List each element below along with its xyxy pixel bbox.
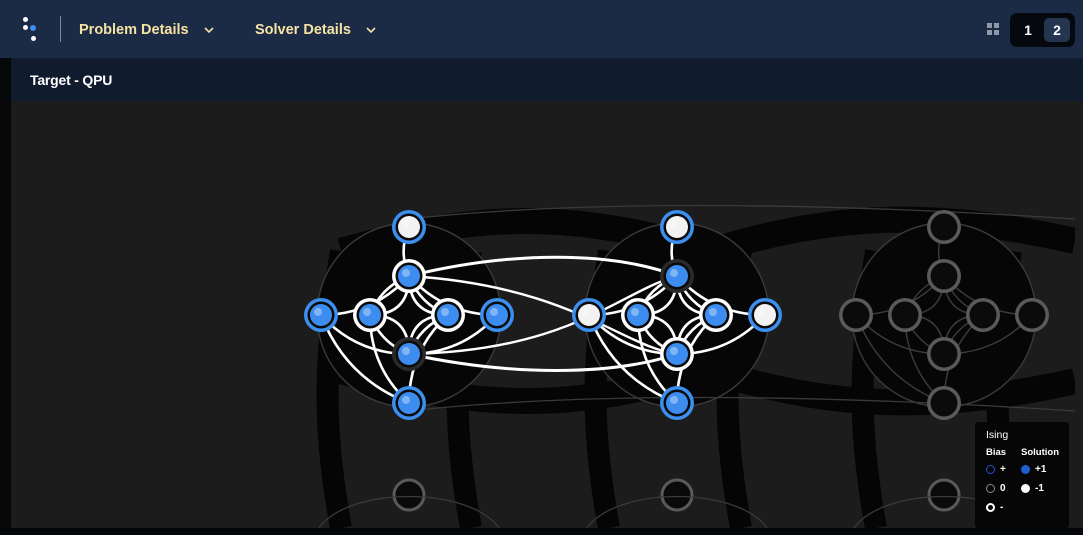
- qpu-graph[interactable]: [11, 101, 1075, 528]
- solution-minus-icon: [1021, 484, 1030, 493]
- bias-negative-icon: [986, 503, 995, 512]
- left-resize-handle[interactable]: [0, 58, 11, 535]
- top-bar: Problem Details Solver Details 1 2: [0, 0, 1083, 58]
- chevron-down-icon: [204, 27, 214, 34]
- qubit-2-1: [933, 265, 955, 287]
- qubit-1-5: [754, 304, 776, 326]
- legend-solution-header: Solution: [1021, 447, 1059, 458]
- solver-details-label: Solver Details: [255, 22, 351, 38]
- cell-disc-0: [316, 222, 502, 408]
- qpu-graph-canvas[interactable]: [11, 101, 1075, 528]
- qubit-shine-0-1: [402, 269, 410, 277]
- cell-disc-2: [851, 222, 1037, 408]
- cell-disc-1: [584, 222, 770, 408]
- app-logo-icon[interactable]: [22, 16, 42, 44]
- bias-positive-icon: [986, 465, 995, 474]
- qubit-0-7: [398, 392, 420, 414]
- lower-qubit-0: [392, 478, 426, 512]
- qubit-shine-1-6: [670, 347, 678, 355]
- lower-qubit-2: [927, 478, 961, 512]
- legend-solution-plus: +1: [1021, 464, 1046, 475]
- qubit-2-3: [894, 304, 916, 326]
- qubit-2-2: [845, 304, 867, 326]
- qubit-0-5: [486, 304, 508, 326]
- qubit-0-4: [437, 304, 459, 326]
- qubit-1-6: [666, 343, 688, 365]
- qubit-shine-1-1: [670, 269, 678, 277]
- grid-layout-icon[interactable]: [987, 23, 1000, 36]
- qubit-shine-1-0: [670, 220, 678, 228]
- qubit-0-0: [398, 216, 420, 238]
- bias-zero-icon: [986, 484, 995, 493]
- qubit-shine-1-4: [709, 308, 717, 316]
- page-button-2[interactable]: 2: [1044, 18, 1070, 42]
- qubit-shine-0-0: [402, 220, 410, 228]
- page-button-1[interactable]: 1: [1015, 18, 1041, 42]
- header-divider: [60, 16, 61, 42]
- chevron-down-icon: [366, 27, 376, 34]
- qubit-2-5: [1021, 304, 1043, 326]
- problem-details-label: Problem Details: [79, 22, 189, 38]
- problem-details-menu[interactable]: Problem Details: [79, 20, 215, 40]
- qubit-shine-0-2: [314, 308, 322, 316]
- right-edge: [1075, 101, 1083, 535]
- legend-bias-positive: +: [986, 464, 1006, 475]
- qubit-1-7: [666, 392, 688, 414]
- qubit-shine-0-5: [490, 308, 498, 316]
- qubit-shine-0-7: [402, 396, 410, 404]
- page-switcher: 1 2: [1010, 13, 1075, 47]
- lower-qubit-1: [660, 478, 694, 512]
- qubit-1-4: [705, 304, 727, 326]
- qubit-0-2: [310, 304, 332, 326]
- qubit-shine-1-5: [758, 308, 766, 316]
- qubit-1-2: [578, 304, 600, 326]
- qubit-1-1: [666, 265, 688, 287]
- qubit-shine-0-6: [402, 347, 410, 355]
- qubit-1-3: [627, 304, 649, 326]
- panel-title: Target - QPU: [30, 72, 113, 88]
- qubit-shine-1-3: [631, 308, 639, 316]
- qubit-2-0: [933, 216, 955, 238]
- legend-solution-minus: -1: [1021, 483, 1044, 494]
- qubit-shine-1-7: [670, 396, 678, 404]
- qubit-0-3: [359, 304, 381, 326]
- ising-legend: Ising Bias Solution + 0 - +1 -1: [975, 422, 1069, 528]
- qubit-0-1: [398, 265, 420, 287]
- legend-bias-header: Bias: [986, 447, 1007, 458]
- panel-header: Target - QPU: [11, 58, 1083, 101]
- qubit-2-6: [933, 343, 955, 365]
- qubit-2-7: [933, 392, 955, 414]
- legend-bias-negative: -: [986, 502, 1003, 513]
- qubit-shine-0-4: [441, 308, 449, 316]
- qubit-2-4: [972, 304, 994, 326]
- qubit-shine-0-3: [363, 308, 371, 316]
- qubit-1-0: [666, 216, 688, 238]
- legend-bias-zero: 0: [986, 483, 1006, 494]
- qubit-0-6: [398, 343, 420, 365]
- legend-title: Ising: [986, 429, 1009, 441]
- solver-details-menu[interactable]: Solver Details: [255, 20, 377, 40]
- bottom-edge: [0, 528, 1083, 535]
- solution-plus-icon: [1021, 465, 1030, 474]
- qubit-shine-1-2: [582, 308, 590, 316]
